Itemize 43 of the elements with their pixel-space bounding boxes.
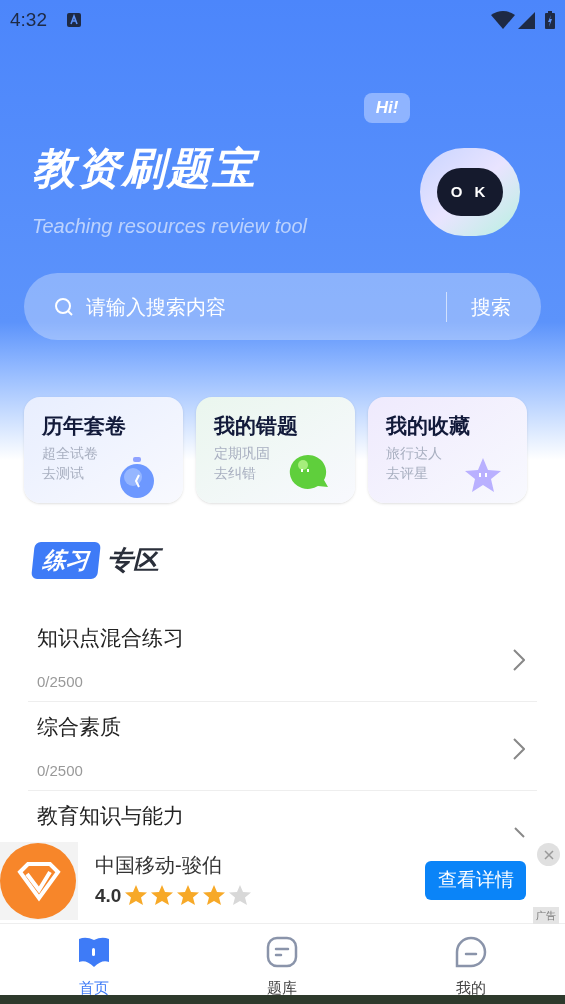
practice-title: 知识点混合练习 (37, 627, 185, 648)
progress-text: 0/2500 (37, 674, 84, 689)
shortcut-card[interactable]: 我的收藏 旅行达人 去评星 (368, 397, 527, 503)
app-subtitle: Teaching resources review tool (32, 216, 307, 236)
home-icon (77, 936, 112, 968)
ad-title: 中国移动-骏伯 (95, 855, 223, 875)
practice-title: 教育知识与能力 (37, 805, 185, 826)
section-badge: 练习 (31, 542, 101, 579)
close-button[interactable] (537, 843, 560, 866)
practice-row[interactable]: 教育知识与能力 (28, 791, 537, 838)
practice-title: 综合素质 (37, 716, 122, 737)
details-button[interactable]: 查看详情 (425, 861, 526, 900)
chat-bubble-icon (288, 453, 330, 491)
ad-rating: 4.0 (95, 885, 122, 905)
close-icon (543, 849, 554, 860)
search-icon (54, 296, 74, 317)
card-title: 我的错题 (214, 415, 299, 436)
card-title: 历年套卷 (42, 415, 127, 436)
ad-tag: 广告 (533, 907, 559, 924)
card-action: 去纠错 (214, 466, 257, 480)
card-subtitle: 定期巩固 (214, 446, 271, 460)
tab[interactable]: 我的 (376, 925, 565, 995)
chat-icon (454, 936, 487, 968)
shortcut-card[interactable]: 我的错题 定期巩固 去纠错 (196, 397, 355, 503)
card-subtitle: 超全试卷 (42, 446, 99, 460)
wifi-icon (491, 11, 515, 29)
speech-bubble: Hi! (364, 93, 410, 123)
stopwatch-icon (118, 457, 156, 499)
star-icon (464, 457, 502, 493)
card-action: 去测试 (42, 466, 85, 480)
status-time: 4:32 (10, 7, 47, 32)
card-title: 我的收藏 (386, 415, 471, 436)
signal-icon (518, 11, 535, 29)
tab[interactable]: 题库 (188, 925, 377, 995)
list-icon (266, 936, 299, 968)
practice-row[interactable]: 综合素质 0/2500 (28, 702, 537, 791)
progress-text: 0/2500 (37, 763, 84, 778)
tab[interactable]: 首页 (0, 925, 189, 995)
card-action: 去评星 (386, 466, 429, 480)
battery-icon (545, 11, 555, 29)
card-subtitle: 旅行达人 (386, 446, 443, 460)
shortcut-card[interactable]: 历年套卷 超全试卷 去测试 (24, 397, 183, 503)
practice-row[interactable]: 知识点混合练习 0/2500 (28, 613, 537, 702)
